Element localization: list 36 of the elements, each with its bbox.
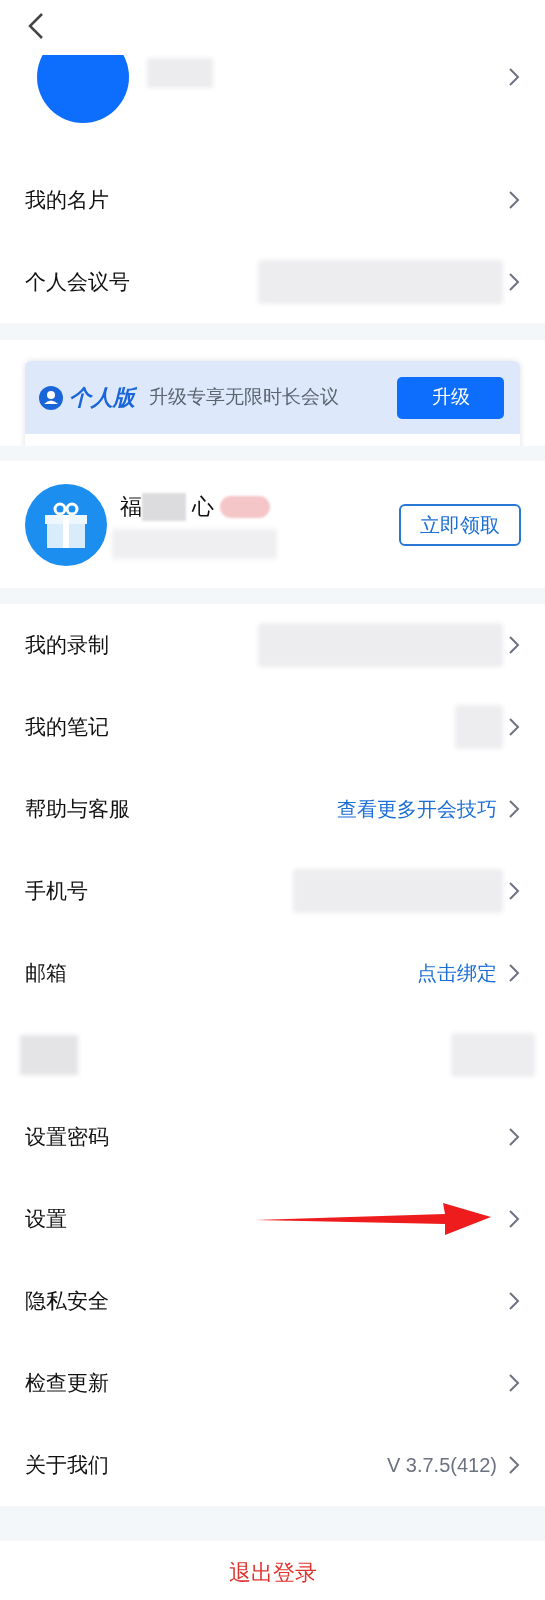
gift-title: 心 xyxy=(192,493,214,521)
row-label: 个人会议号 xyxy=(25,269,130,296)
menu-row[interactable]: 检查更新 xyxy=(0,1342,545,1424)
row-label: 关于我们 xyxy=(25,1452,109,1479)
row-label: 我的名片 xyxy=(25,187,109,214)
row-label: 设置密码 xyxy=(25,1124,109,1151)
menu-row[interactable]: 帮助与客服 查看更多开会技巧 xyxy=(0,768,545,850)
row-link[interactable]: 点击绑定 xyxy=(417,958,497,988)
upgrade-button[interactable]: 升级 xyxy=(397,376,504,419)
person-icon xyxy=(39,385,63,410)
menu-row[interactable]: 手机号 xyxy=(0,850,545,932)
row-value: V 3.7.5(412) xyxy=(386,1453,497,1478)
menu-row[interactable]: 我的名片 xyxy=(0,159,545,241)
menu-row[interactable]: 邮箱 点击绑定 xyxy=(0,932,545,1014)
menu-row[interactable]: 关于我们 V 3.7.5(412) xyxy=(0,1424,545,1506)
row-label: 检查更新 xyxy=(25,1370,109,1397)
row-label: 帮助与客服 xyxy=(25,796,130,823)
menu-row[interactable]: 我的笔记 xyxy=(0,686,545,768)
menu-row[interactable]: 设置密码 xyxy=(0,1096,545,1178)
plan-label: 个人版 xyxy=(69,384,135,412)
upgrade-text: 升级专享无限时长会议 xyxy=(149,385,339,410)
row-label: 隐私安全 xyxy=(25,1288,109,1315)
gift-icon xyxy=(25,483,107,566)
row-label: 邮箱 xyxy=(25,960,67,987)
menu-row[interactable]: 个人会议号 xyxy=(0,241,545,323)
logout-button[interactable]: 退出登录 xyxy=(228,1555,317,1589)
row-label: 设置 xyxy=(25,1206,67,1233)
menu-row[interactable]: 我的录制 xyxy=(0,604,545,686)
menu-row[interactable]: 隐私安全 xyxy=(0,1260,545,1342)
claim-button[interactable]: 立即领取 xyxy=(399,503,521,546)
row-label: 手机号 xyxy=(25,878,88,905)
gift-title: 福 xyxy=(120,493,142,521)
menu-row[interactable]: 设置 xyxy=(0,1178,545,1260)
row-link[interactable]: 查看更多开会技巧 xyxy=(337,794,497,824)
row-label: 我的笔记 xyxy=(25,714,109,741)
row-label: 我的录制 xyxy=(25,632,109,659)
